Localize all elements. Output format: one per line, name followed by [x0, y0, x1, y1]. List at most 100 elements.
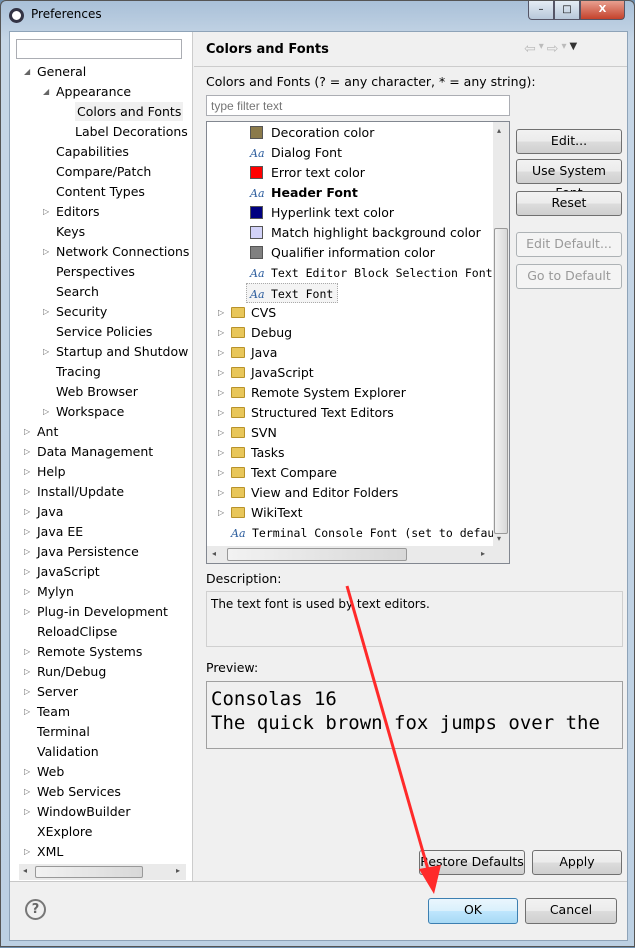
- collapsed-arrow-icon[interactable]: ▷: [24, 542, 30, 562]
- collapsed-arrow-icon[interactable]: ▷: [24, 602, 30, 622]
- pref-tree-label: ReloadClipse: [37, 624, 118, 639]
- collapsed-arrow-icon[interactable]: ▷: [24, 582, 30, 602]
- expanded-arrow-icon[interactable]: ◢: [43, 82, 49, 102]
- pref-tree-item[interactable]: Label Decorations: [75, 122, 188, 142]
- pref-tree-label: Keys: [56, 224, 86, 239]
- pref-tree-item[interactable]: Validation: [37, 742, 99, 762]
- pref-tree-label: Startup and Shutdow: [56, 344, 189, 359]
- pref-tree-item[interactable]: ▷ Startup and Shutdow: [43, 342, 189, 362]
- pref-tree-item[interactable]: ▷ WindowBuilder: [24, 802, 131, 822]
- collapsed-arrow-icon[interactable]: ▷: [24, 762, 30, 782]
- pref-tree-item[interactable]: ▷ Web Services: [24, 782, 121, 802]
- pref-tree-item[interactable]: ◢ Appearance: [43, 82, 132, 102]
- pref-tree-item[interactable]: ▷ Plug-in Development: [24, 602, 168, 622]
- collapsed-arrow-icon[interactable]: ▷: [24, 842, 30, 862]
- expanded-arrow-icon[interactable]: ◢: [24, 62, 30, 82]
- pref-tree-label: Appearance: [56, 84, 132, 99]
- pref-tree-label: Web: [37, 764, 65, 779]
- pref-tree-label: Ant: [37, 424, 59, 439]
- collapsed-arrow-icon[interactable]: ▷: [43, 342, 49, 362]
- collapsed-arrow-icon[interactable]: ▷: [24, 802, 30, 822]
- pref-tree-item[interactable]: Tracing: [56, 362, 101, 382]
- pref-tree-label: Data Management: [37, 444, 154, 459]
- pref-tree-item[interactable]: ▷ JavaScript: [24, 562, 100, 582]
- pref-tree-item[interactable]: Capabilities: [56, 142, 129, 162]
- collapsed-arrow-icon[interactable]: ▷: [24, 562, 30, 582]
- pref-tree-item[interactable]: Terminal: [37, 722, 90, 742]
- pref-tree-item[interactable]: ▷ Web: [24, 762, 65, 782]
- collapsed-arrow-icon[interactable]: ▷: [43, 242, 49, 262]
- collapsed-arrow-icon[interactable]: ▷: [24, 442, 30, 462]
- collapsed-arrow-icon[interactable]: ▷: [24, 522, 30, 542]
- collapsed-arrow-icon[interactable]: ▷: [43, 402, 49, 422]
- pref-tree-item[interactable]: ▷ Install/Update: [24, 482, 125, 502]
- pref-tree-item[interactable]: ▷ Editors: [43, 202, 100, 222]
- collapsed-arrow-icon[interactable]: ▷: [24, 482, 30, 502]
- pref-tree-item[interactable]: ◢ General: [24, 62, 87, 82]
- pref-tree-label: JavaScript: [37, 564, 100, 579]
- pref-tree-item[interactable]: ReloadClipse: [37, 622, 117, 642]
- pref-tree-label: Web Browser: [56, 384, 138, 399]
- pref-tree-item[interactable]: ▷ Security: [43, 302, 108, 322]
- pref-tree-label: Label Decorations: [75, 124, 188, 139]
- pref-tree-label: Mylyn: [37, 584, 74, 599]
- pref-tree-item[interactable]: ▷ Run/Debug: [24, 662, 107, 682]
- pref-tree-item[interactable]: XExplore: [37, 822, 92, 842]
- collapsed-arrow-icon[interactable]: ▷: [24, 642, 30, 662]
- pref-tree-label: Editors: [56, 204, 100, 219]
- collapsed-arrow-icon[interactable]: ▷: [24, 502, 30, 522]
- pref-tree-item[interactable]: Web Browser: [56, 382, 138, 402]
- pref-tree-label: Workspace: [56, 404, 125, 419]
- collapsed-arrow-icon[interactable]: ▷: [24, 702, 30, 722]
- pref-tree-item[interactable]: ▷ Ant: [24, 422, 59, 442]
- collapsed-arrow-icon[interactable]: ▷: [24, 782, 30, 802]
- pref-tree-item[interactable]: ▷ Data Management: [24, 442, 154, 462]
- collapsed-arrow-icon[interactable]: ▷: [24, 422, 30, 442]
- pref-tree-label: Java Persistence: [37, 544, 139, 559]
- pref-tree-item[interactable]: ▷ Java Persistence: [24, 542, 139, 562]
- pref-tree-item[interactable]: Service Policies: [56, 322, 152, 342]
- pref-tree-label: Perspectives: [56, 264, 135, 279]
- pref-tree-item[interactable]: Compare/Patch: [56, 162, 151, 182]
- pref-tree-label: Java EE: [37, 524, 84, 539]
- pref-tree-label: Security: [56, 304, 108, 319]
- pref-tree-item[interactable]: ▷ Java EE: [24, 522, 84, 542]
- pref-tree-label: Search: [56, 284, 99, 299]
- pref-tree-label: Terminal: [37, 724, 90, 739]
- pref-tree-label: Server: [37, 684, 78, 699]
- pref-tree-item[interactable]: ▷ Help: [24, 462, 66, 482]
- pref-tree-item[interactable]: Perspectives: [56, 262, 135, 282]
- pref-tree-label: Network Connections: [56, 244, 190, 259]
- collapsed-arrow-icon[interactable]: ▷: [43, 202, 49, 222]
- pref-tree-item[interactable]: ▷ Mylyn: [24, 582, 74, 602]
- pref-tree-item[interactable]: ▷ Java: [24, 502, 63, 522]
- pref-tree-item[interactable]: Colors and Fonts: [75, 102, 184, 122]
- pref-tree-label: Service Policies: [56, 324, 153, 339]
- pref-tree-label: Colors and Fonts: [75, 102, 184, 121]
- pref-tree-label: XML: [37, 844, 64, 859]
- pref-tree-label: XExplore: [37, 824, 93, 839]
- pref-tree-item[interactable]: Keys: [56, 222, 85, 242]
- pref-tree-item[interactable]: ▷ Workspace: [43, 402, 125, 422]
- pref-tree-label: Capabilities: [56, 144, 129, 159]
- pref-tree-label: Help: [37, 464, 66, 479]
- pref-tree-label: Run/Debug: [37, 664, 107, 679]
- collapsed-arrow-icon[interactable]: ▷: [24, 682, 30, 702]
- pref-tree-label: Team: [37, 704, 71, 719]
- pref-tree-label: WindowBuilder: [37, 804, 131, 819]
- pref-tree-label: General: [37, 64, 87, 79]
- pref-tree-item[interactable]: Content Types: [56, 182, 145, 202]
- collapsed-arrow-icon[interactable]: ▷: [24, 462, 30, 482]
- pref-tree-item[interactable]: ▷ Network Connections: [43, 242, 190, 262]
- collapsed-arrow-icon[interactable]: ▷: [43, 302, 49, 322]
- collapsed-arrow-icon[interactable]: ▷: [24, 662, 30, 682]
- pref-tree-item[interactable]: ▷ XML: [24, 842, 64, 862]
- pref-tree-item[interactable]: ▷ Team: [24, 702, 71, 722]
- pref-tree-label: Compare/Patch: [56, 164, 152, 179]
- pref-tree-label: Web Services: [37, 784, 121, 799]
- pref-tree-item[interactable]: Search: [56, 282, 99, 302]
- pref-tree-item[interactable]: ▷ Remote Systems: [24, 642, 143, 662]
- pref-tree-label: Install/Update: [37, 484, 125, 499]
- pref-tree-item[interactable]: ▷ Server: [24, 682, 78, 702]
- pref-tree-label: Remote Systems: [37, 644, 143, 659]
